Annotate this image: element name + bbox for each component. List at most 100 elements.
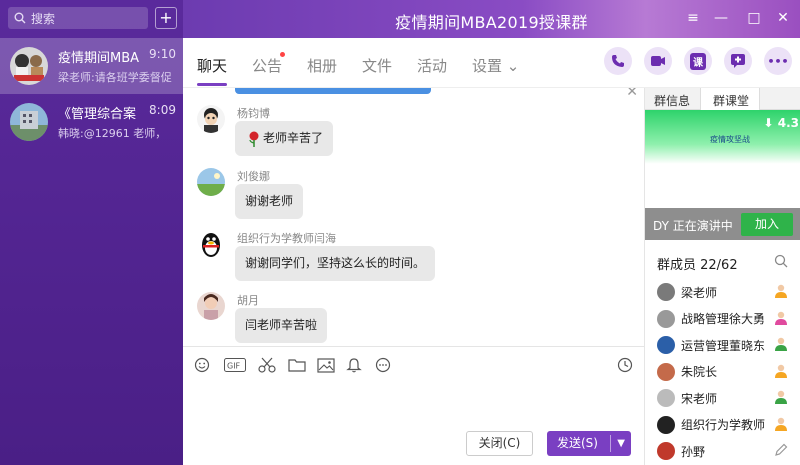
svg-text:GIF: GIF [227, 362, 241, 371]
member-name: 宋老师 [681, 391, 718, 406]
menu-icon[interactable]: ≡ [684, 10, 702, 26]
class-icon[interactable]: 课 [684, 47, 712, 75]
conversation-sidebar: 搜索 + 疫情期间MBA 9:10 梁老师:请各班学委督促 《管理综合案 8:0… [0, 0, 183, 465]
send-options-icon[interactable]: ▼ [617, 431, 625, 456]
send-button[interactable]: 发送(S) ▼ [547, 431, 631, 456]
send-label: 发送(S) [557, 436, 598, 450]
member-avatar [657, 362, 675, 381]
live-video-preview[interactable]: 疫情攻坚战 ⬇ 4.3 [645, 110, 800, 208]
members-title: 群成员 22/62 [657, 258, 738, 273]
history-icon[interactable] [614, 355, 636, 375]
member-row[interactable]: 朱院长 [657, 362, 797, 382]
sender-name: 杨钧博 [237, 107, 270, 120]
tab-group-classroom[interactable]: 群课堂 [713, 92, 749, 109]
edit-icon [773, 442, 789, 458]
member-avatar [657, 415, 675, 434]
conversation-item[interactable]: 疫情期间MBA 9:10 梁老师:请各班学委督促 [0, 38, 183, 94]
close-button[interactable]: 关闭(C) [466, 431, 533, 456]
user-avatar [197, 105, 225, 133]
join-button[interactable]: 加入 [741, 213, 793, 236]
tab-announcement[interactable]: 公告 [252, 55, 282, 76]
bell-icon[interactable] [343, 355, 365, 375]
sender-name: 胡月 [237, 294, 259, 307]
user-avatar [197, 292, 225, 320]
member-avatar [657, 389, 675, 407]
conversation-preview: 韩晓:@12961 老师， [58, 127, 167, 140]
emoji-icon[interactable] [191, 355, 213, 375]
group-side-panel: 群信息 群课堂 疫情攻坚战 ⬇ 4.3 DY 正在演讲中 加入 群成员 22/6… [644, 88, 800, 465]
close-panel-icon[interactable]: ✕ [626, 88, 638, 100]
notification-dot [280, 52, 285, 57]
member-avatar [657, 442, 675, 460]
gif-icon[interactable]: GIF [223, 355, 247, 375]
video-caption: 疫情攻坚战 [710, 135, 750, 144]
message-list[interactable]: ✕ 杨钧博 老师辛苦了 刘俊娜 谢谢老师 组织行为学教师闫海 谢谢同学们，坚持这… [183, 88, 644, 346]
image-icon[interactable] [315, 355, 337, 375]
scissors-icon[interactable] [256, 355, 278, 375]
more-tools-icon[interactable] [372, 355, 394, 375]
search-input[interactable]: 搜索 [8, 7, 148, 29]
member-row[interactable]: 孙野 [657, 441, 797, 461]
viewer-icon: ⬇ [763, 116, 778, 130]
tab-album[interactable]: 相册 [307, 55, 337, 76]
user-avatar [197, 168, 225, 196]
conversation-name: 疫情期间MBA [58, 51, 140, 66]
rose-icon [249, 131, 259, 147]
close-icon[interactable]: ✕ [774, 10, 792, 26]
member-avatar [657, 336, 675, 354]
tab-group-info[interactable]: 群信息 [654, 92, 690, 109]
member-role-icon [773, 336, 789, 352]
minimize-icon[interactable]: — [712, 10, 730, 26]
member-role-icon [773, 363, 789, 379]
search-icon [14, 12, 26, 24]
member-avatar [657, 309, 675, 328]
scroll-indicator [235, 88, 431, 94]
message-bubble: 谢谢老师 [235, 184, 304, 219]
group-avatar [10, 47, 48, 85]
member-row[interactable]: 梁老师 [657, 282, 797, 302]
title-bar: 疫情期间MBA2019授课群 ≡ — □ ✕ [183, 0, 800, 38]
more-icon[interactable]: ••• [764, 47, 792, 75]
conversation-time: 9:10 [149, 47, 176, 61]
group-avatar [10, 103, 48, 141]
add-message-icon[interactable] [724, 47, 752, 75]
viewer-count: ⬇ 4.3 [764, 116, 800, 130]
member-name: 组织行为学教师闫 [681, 418, 765, 432]
tab-files[interactable]: 文件 [362, 55, 392, 76]
side-tabs: 群信息 群课堂 [645, 88, 800, 110]
maximize-icon[interactable]: □ [745, 10, 763, 26]
sender-name: 刘俊娜 [237, 170, 270, 183]
member-row[interactable]: 战略管理徐大勇师 [657, 309, 797, 329]
message-composer[interactable]: GIF 关闭(C) 发送(S) ▼ [183, 346, 644, 465]
member-role-icon [773, 310, 789, 326]
member-name: 战略管理徐大勇师 [681, 312, 765, 326]
sender-name: 组织行为学教师闫海 [237, 232, 336, 245]
live-status-text: DY 正在演讲中 [653, 219, 733, 233]
add-button[interactable]: + [155, 7, 177, 29]
qq-penguin-avatar [197, 230, 225, 258]
member-row[interactable]: 组织行为学教师闫 [657, 415, 797, 435]
conversation-name: 《管理综合案 [58, 107, 137, 122]
message-bubble: 老师辛苦了 [235, 121, 334, 156]
member-row[interactable]: 宋老师 [657, 388, 797, 408]
search-icon[interactable] [774, 254, 788, 271]
member-name: 朱院长 [681, 365, 718, 379]
member-row[interactable]: 运营管理董晓东师 [657, 335, 797, 355]
chat-tabs: 聊天 公告 相册 文件 活动 设置 ⌄ 课 ••• [183, 38, 800, 88]
tab-activity[interactable]: 活动 [417, 55, 447, 76]
member-avatar [657, 283, 675, 301]
tab-chat[interactable]: 聊天 [197, 55, 227, 76]
search-placeholder: 搜索 [31, 11, 56, 26]
member-role-icon [773, 283, 789, 299]
viewer-count-value: 4.3 [777, 116, 799, 130]
class-icon-label: 课 [690, 52, 706, 70]
message-text: 老师辛苦了 [263, 131, 324, 145]
folder-icon[interactable] [286, 355, 308, 375]
phone-icon[interactable] [604, 47, 632, 75]
send-divider [610, 435, 611, 452]
conversation-preview: 梁老师:请各班学委督促 [58, 71, 172, 84]
conversation-item[interactable]: 《管理综合案 8:09 韩晓:@12961 老师， [0, 94, 183, 150]
tab-settings[interactable]: 设置 ⌄ [472, 55, 519, 76]
video-icon[interactable] [644, 47, 672, 75]
message-bubble: 闫老师辛苦啦 [235, 308, 328, 343]
